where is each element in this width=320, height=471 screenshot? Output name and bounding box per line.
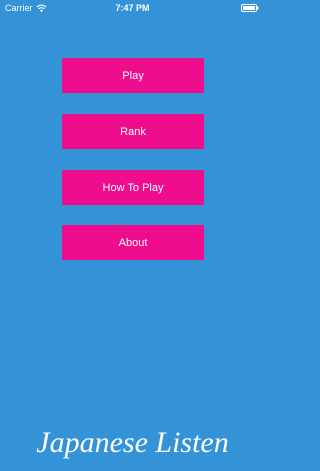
play-button[interactable]: Play [62, 58, 204, 93]
how-to-play-button[interactable]: How To Play [62, 170, 204, 205]
about-button[interactable]: About [62, 225, 204, 260]
battery-icon [241, 4, 259, 12]
rank-button[interactable]: Rank [62, 114, 204, 149]
status-bar: Carrier 7:47 PM [0, 0, 265, 16]
status-time: 7:47 PM [115, 3, 150, 13]
app-title: Japanese Listen [36, 426, 229, 459]
